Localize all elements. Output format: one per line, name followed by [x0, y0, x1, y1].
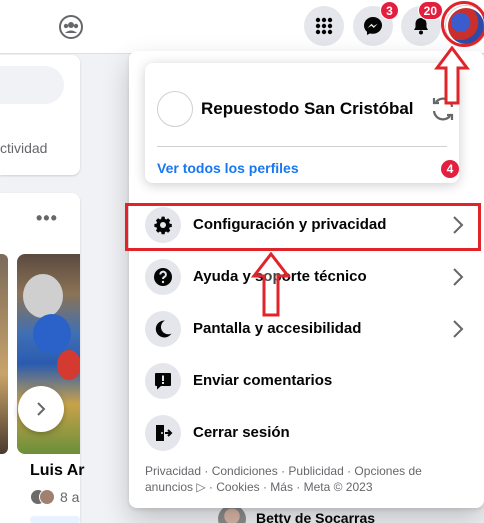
messenger-button[interactable]: 3: [353, 1, 399, 46]
feedback-icon: [145, 363, 181, 399]
story-time: 8 a: [60, 489, 80, 505]
menu-item-log-out[interactable]: Cerrar sesión: [137, 407, 476, 459]
story-author-name[interactable]: Luis Ar: [30, 462, 85, 480]
reactor-avatars: [30, 489, 56, 505]
annotation-up-arrow-icon: [251, 252, 291, 317]
question-icon: [145, 259, 181, 295]
profiles-badge: 4: [441, 160, 459, 178]
footer-links[interactable]: Privacidad · Condiciones · Publicidad · …: [145, 463, 445, 495]
activity-label[interactable]: ctividad: [0, 140, 47, 156]
messenger-icon: [364, 17, 382, 35]
profile-card: Repuestodo San Cristóbal Ver todos los p…: [145, 63, 459, 183]
messenger-badge: 3: [380, 1, 399, 20]
chevron-right-icon: [37, 402, 46, 416]
menu-item-send-feedback[interactable]: Enviar comentarios: [137, 355, 476, 407]
moon-icon: [145, 311, 181, 347]
chevron-right-icon: [446, 317, 470, 341]
more-options-icon[interactable]: •••: [36, 208, 58, 229]
groups-icon[interactable]: [52, 8, 90, 46]
see-all-profiles-link[interactable]: Ver todos los perfiles: [157, 160, 299, 176]
profile-name[interactable]: Repuestodo San Cristóbal: [201, 99, 414, 119]
notifications-badge: 20: [417, 1, 443, 20]
menu-grid-button[interactable]: [304, 6, 344, 46]
story-next-button[interactable]: [18, 386, 64, 432]
annotation-highlight-box: [125, 203, 481, 251]
divider: [157, 146, 447, 147]
contact-name[interactable]: Betty de Socarras: [256, 510, 375, 523]
story-thumbnail[interactable]: [0, 254, 8, 454]
create-post-input[interactable]: [0, 66, 64, 104]
profile-avatar[interactable]: [157, 91, 193, 127]
menu-grid-icon: [315, 17, 333, 35]
menu-item-label: Cerrar sesión: [193, 424, 290, 441]
chevron-right-icon: [446, 265, 470, 289]
top-navigation-bar: 3 20: [0, 0, 484, 54]
account-dropdown-menu: Repuestodo San Cristóbal Ver todos los p…: [129, 51, 484, 508]
menu-item-label: Enviar comentarios: [193, 372, 333, 389]
logout-icon: [145, 415, 181, 451]
menu-item-help-support[interactable]: Ayuda y soporte técnico: [137, 251, 476, 303]
notifications-button[interactable]: 20: [401, 1, 443, 46]
annotation-circle: [441, 1, 484, 47]
menu-item-label: Pantalla y accesibilidad: [193, 320, 362, 337]
story-meta: 8 a: [30, 489, 79, 505]
menu-item-display-accessibility[interactable]: Pantalla y accesibilidad: [137, 303, 476, 355]
annotation-up-arrow-icon: [434, 46, 470, 105]
story-action-bar: [30, 516, 80, 523]
